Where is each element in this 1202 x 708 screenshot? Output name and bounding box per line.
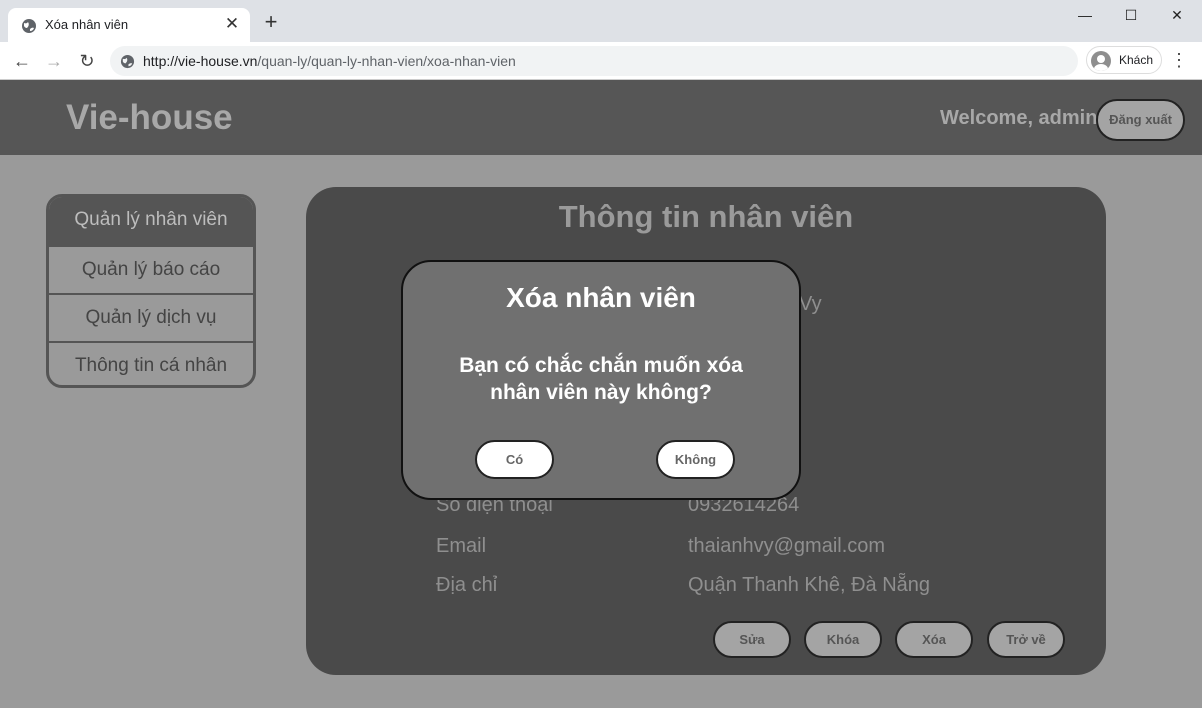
avatar-icon [1091, 51, 1111, 71]
back-button[interactable]: Trở về [987, 621, 1065, 658]
back-arrow-icon[interactable]: ← [10, 50, 34, 72]
card-title: Thông tin nhân viên [558, 199, 854, 234]
sidebar-item-employees[interactable]: Quản lý nhân viên [49, 197, 253, 245]
delete-button[interactable]: Xóa [895, 621, 973, 658]
globe-icon [22, 19, 36, 33]
forward-arrow-icon[interactable]: → [42, 50, 66, 72]
tab-title: Xóa nhân viên [45, 17, 129, 32]
confirm-no-button[interactable]: Không [656, 440, 735, 479]
sidebar: Quản lý nhân viên Quản lý báo cáo Quản l… [46, 194, 256, 388]
profile-label: Khách [1119, 53, 1154, 67]
sidebar-item-profile[interactable]: Thông tin cá nhân [49, 341, 253, 385]
profile-button[interactable]: Khách [1086, 46, 1162, 74]
address-bar[interactable]: http://vie-house.vn/quan-ly/quan-ly-nhan… [110, 46, 1078, 76]
site-logo[interactable]: Vie-house [66, 98, 233, 138]
browser-toolbar: ← → ↻ http://vie-house.vn/quan-ly/quan-l… [0, 42, 1202, 80]
reload-icon[interactable]: ↻ [75, 50, 99, 72]
edit-button[interactable]: Sửa [713, 621, 791, 658]
email-value: thaianhvy@gmail.com [688, 535, 886, 557]
menu-dots-icon[interactable]: ⋮ [1170, 50, 1188, 71]
lock-button[interactable]: Khóa [804, 621, 882, 658]
url-host: http://vie-house.vn [143, 53, 258, 69]
welcome-text: Welcome, admin [940, 107, 1098, 129]
tab-close-icon[interactable]: ✕ [222, 14, 242, 34]
url-text: http://vie-house.vn/quan-ly/quan-ly-nhan… [143, 53, 516, 69]
site-header: Vie-house Welcome, admin Đăng xuất [0, 80, 1202, 155]
confirm-yes-button[interactable]: Có [475, 440, 554, 479]
address-label: Địa chỉ [436, 574, 498, 596]
delete-confirm-modal: Xóa nhân viên Bạn có chắc chắn muốn xóa … [401, 260, 801, 500]
maximize-button[interactable]: ☐ [1108, 0, 1154, 32]
logout-button[interactable]: Đăng xuất [1096, 99, 1185, 141]
partial-name-value: Vy [799, 293, 822, 315]
address-value: Quận Thanh Khê, Đà Nẵng [688, 574, 931, 596]
browser-tab[interactable]: Xóa nhân viên ✕ [8, 8, 250, 42]
email-label: Email [436, 535, 487, 557]
sidebar-item-reports[interactable]: Quản lý báo cáo [49, 245, 253, 293]
globe-icon [120, 54, 135, 69]
url-path: /quan-ly/quan-ly-nhan-vien/xoa-nhan-vien [257, 53, 516, 69]
modal-title: Xóa nhân viên [506, 282, 696, 313]
browser-tabbar: Xóa nhân viên ✕ + — ☐ ✕ [0, 0, 1202, 42]
modal-message: Bạn có chắc chắn muốn xóa nhân viên này … [459, 354, 743, 404]
sidebar-item-services[interactable]: Quản lý dịch vụ [49, 293, 253, 341]
minimize-button[interactable]: — [1062, 0, 1108, 32]
close-window-button[interactable]: ✕ [1154, 0, 1200, 32]
new-tab-button[interactable]: + [260, 11, 282, 33]
